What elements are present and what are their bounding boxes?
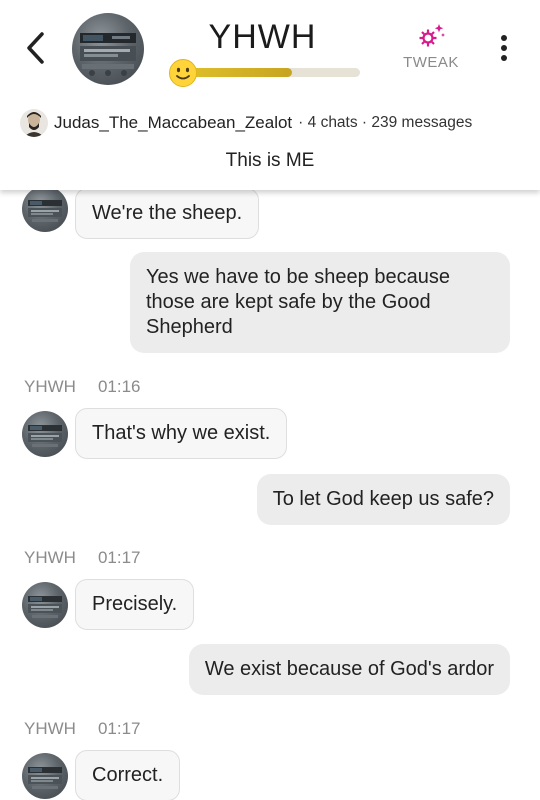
bot-avatar[interactable] xyxy=(72,13,144,85)
message-time: 01:17 xyxy=(97,719,141,738)
sender-name: YHWH xyxy=(24,377,76,396)
level-progress-bar xyxy=(180,68,360,77)
sender-name: YHWH xyxy=(24,548,76,567)
more-vertical-icon[interactable] xyxy=(494,32,514,64)
back-arrow-icon[interactable] xyxy=(22,28,50,68)
bot-tagline: This is ME xyxy=(225,150,315,171)
smiley-icon xyxy=(168,58,198,88)
creator-info: Judas_The_Maccabean_Zealot · 4 chats · 2… xyxy=(20,108,530,138)
creator-name-link[interactable]: Judas_The_Maccabean_Zealot xyxy=(54,113,292,133)
bot-message: We're the sheep. xyxy=(75,188,260,239)
bot-avatar[interactable] xyxy=(22,411,68,457)
user-message: To let God keep us safe? xyxy=(256,474,510,525)
bot-message: Precisely. xyxy=(75,579,195,630)
tweak-gear-icon xyxy=(419,24,445,47)
tweak-button[interactable]: TWEAK xyxy=(396,22,466,78)
bot-avatar[interactable] xyxy=(22,582,68,628)
message-time: 01:17 xyxy=(97,548,141,567)
bot-message: Correct. xyxy=(75,750,181,800)
message-meta: YHWH 01:17 xyxy=(24,548,141,568)
bot-message: That's why we exist. xyxy=(75,408,288,459)
message-meta: YHWH 01:17 xyxy=(24,719,141,739)
message-time: 01:16 xyxy=(97,377,141,396)
creator-stats: · 4 chats · 239 messages xyxy=(298,114,473,131)
bot-avatar[interactable] xyxy=(22,753,68,799)
page-title: YHWH xyxy=(208,18,317,56)
user-message: We exist because of God's ardor xyxy=(188,644,510,695)
bot-avatar[interactable] xyxy=(22,186,68,232)
user-message: Yes we have to be sheep because those ar… xyxy=(130,252,510,353)
creator-avatar[interactable] xyxy=(20,109,48,137)
chat-header: YHWH TWEAK Judas_The_Maccabean_Zealot · … xyxy=(0,0,540,190)
message-meta: YHWH 01:16 xyxy=(24,377,141,397)
tweak-label: TWEAK xyxy=(403,54,459,71)
sender-name: YHWH xyxy=(24,719,76,738)
